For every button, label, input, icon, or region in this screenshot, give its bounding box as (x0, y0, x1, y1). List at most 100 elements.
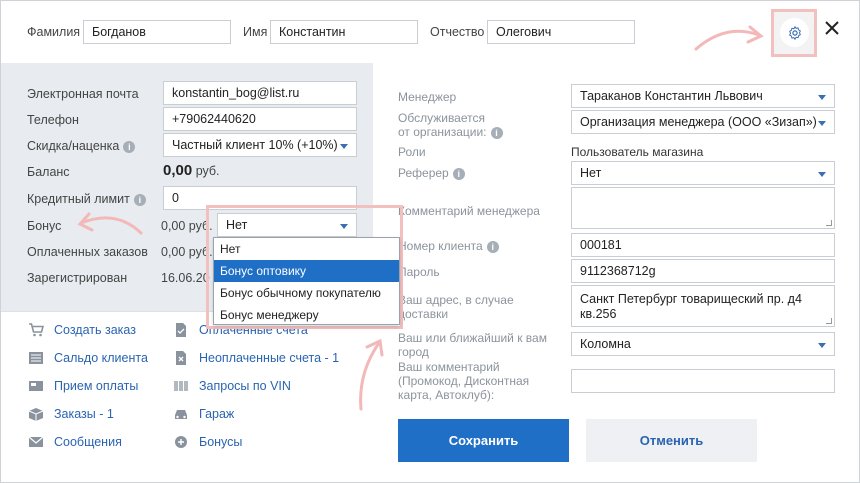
create-order-link[interactable]: Создать заказ (28, 323, 136, 337)
info-icon[interactable]: i (123, 140, 136, 153)
car-icon (175, 410, 187, 419)
ledger-icon (29, 352, 43, 364)
receive-payment-link[interactable]: Прием оплаты (28, 379, 138, 393)
manager-label: Менеджер (398, 90, 457, 104)
bonuses-link[interactable]: Бонусы (173, 435, 242, 449)
barcode-icon (174, 381, 188, 391)
client-number-label: Номер клиента (398, 239, 483, 253)
roles-label: Роли (398, 145, 426, 159)
dialog-header: Фамилия Богданов Имя Константин Отчество… (1, 1, 859, 63)
invoice-check-icon (176, 323, 186, 337)
manager-comment-textarea[interactable] (571, 187, 835, 229)
registered-value: 16.06.20 (161, 271, 210, 285)
manager-comment-label: Комментарий менеджера (398, 204, 540, 218)
balance-label: Баланс (27, 165, 70, 179)
city-select[interactable]: Коломна (571, 332, 835, 356)
info-icon[interactable]: i (133, 193, 146, 206)
city-label-1: Ваш или ближайший к вам (398, 331, 547, 345)
org-label-wrap: от организации: i (398, 125, 503, 139)
address-value: Санкт Петербург товарищеский пр. д4 кв.2… (580, 292, 802, 321)
roles-value: Пользователь магазина (571, 145, 704, 159)
comment-label-1: Ваш комментарий (398, 360, 500, 374)
garage-link[interactable]: Гараж (173, 407, 234, 421)
referrer-select[interactable]: Нет (571, 161, 835, 185)
close-icon[interactable] (823, 19, 841, 37)
discount-select[interactable]: Частный клиент 10% (+10%) (163, 133, 357, 157)
manager-select[interactable]: Тараканов Константин Львович (571, 84, 835, 108)
bonus-option[interactable]: Бонус менеджеру (214, 304, 399, 326)
payment-icon (29, 381, 43, 391)
cancel-button[interactable]: Отменить (586, 419, 757, 462)
email-label: Электронная почта (27, 87, 139, 101)
balance-unit: руб. (195, 164, 220, 178)
unpaid-invoices-link[interactable]: Неоплаченные счета - 1 (173, 351, 339, 365)
resize-handle[interactable] (826, 220, 832, 226)
receive-payment-text: Прием оплаты (54, 379, 139, 393)
gear-icon (788, 25, 801, 40)
phone-label: Телефон (27, 113, 79, 127)
city-label-2: город (398, 345, 429, 359)
orders-text: Заказы - 1 (54, 407, 114, 421)
client-balance-link[interactable]: Сальдо клиента (28, 351, 148, 365)
credit-label-wrap: Кредитный лимит i (27, 192, 146, 206)
garage-text: Гараж (199, 407, 235, 421)
client-comment-input[interactable] (571, 369, 835, 393)
bonus-option[interactable]: Нет (214, 238, 399, 260)
bonus-amount: 0,00 руб. (161, 219, 213, 233)
address-textarea[interactable]: Санкт Петербург товарищеский пр. д4 кв.2… (571, 285, 835, 327)
messages-link[interactable]: Сообщения (28, 435, 122, 449)
client-edit-dialog: Фамилия Богданов Имя Константин Отчество… (0, 0, 860, 483)
vin-requests-link[interactable]: Запросы по VIN (173, 379, 291, 393)
surname-label: Фамилия (27, 25, 81, 39)
bonus-icon (175, 436, 187, 448)
bonus-option[interactable]: Бонус обычному покупателю (214, 282, 399, 304)
org-label-2: от организации: (398, 125, 487, 139)
comment-label-2: (Промокод, Дисконтная (398, 374, 530, 388)
credit-label: Кредитный лимит (27, 192, 130, 206)
vin-requests-text: Запросы по VIN (199, 379, 291, 393)
cart-icon (29, 323, 44, 337)
client-number-label-wrap: Номер клиента i (398, 239, 499, 253)
settings-highlight (771, 9, 817, 57)
info-icon[interactable]: i (452, 167, 465, 180)
password-label: Пароль (398, 265, 440, 279)
info-icon[interactable]: i (490, 126, 503, 139)
bonuses-text: Бонусы (199, 435, 243, 449)
envelope-icon (28, 436, 44, 447)
unpaid-invoices-text: Неоплаченные счета - 1 (199, 351, 340, 365)
create-order-text: Создать заказ (54, 323, 136, 337)
registered-label: Зарегистрирован (27, 271, 128, 285)
settings-button[interactable] (780, 18, 809, 47)
comment-label-3: карта, Автоклуб): (398, 388, 495, 402)
name-input[interactable]: Константин (270, 20, 418, 44)
discount-label: Скидка/наценка (27, 139, 120, 153)
surname-input[interactable]: Богданов (83, 20, 231, 44)
discount-label-wrap: Скидка/наценка i (27, 139, 136, 153)
balance-value: 0,00 (163, 162, 193, 179)
messages-text: Сообщения (54, 435, 122, 449)
phone-input[interactable]: +79062440620 (163, 107, 357, 131)
info-icon[interactable]: i (486, 240, 499, 253)
patronymic-label: Отчество (430, 25, 485, 39)
paid-orders-label: Оплаченных заказов (27, 245, 148, 259)
save-button[interactable]: Сохранить (398, 419, 569, 462)
client-number-input[interactable]: 000181 (571, 233, 835, 257)
client-balance-text: Сальдо клиента (54, 351, 148, 365)
orders-link[interactable]: Заказы - 1 (28, 407, 114, 421)
bonus-dropdown-list: Нет Бонус оптовику Бонус обычному покупа… (213, 237, 400, 325)
password-input[interactable]: 9112368712g (571, 259, 835, 283)
referrer-label-wrap: Реферер i (398, 166, 465, 180)
org-label-1: Обслуживается (398, 111, 485, 125)
invoice-cross-icon (176, 351, 186, 365)
balance-value-wrap: 0,00 руб. (163, 162, 220, 179)
email-input[interactable]: konstantin_bog@list.ru (163, 81, 357, 105)
patronymic-input[interactable]: Олегович (487, 20, 635, 44)
address-label-1: Ваш адрес, в случае (398, 293, 514, 307)
bonus-option[interactable]: Бонус оптовику (214, 260, 399, 282)
referrer-label: Реферер (398, 166, 449, 180)
organization-select[interactable]: Организация менеджера (ООО «Зизап») (571, 110, 835, 134)
bonus-label: Бонус (27, 219, 62, 233)
resize-handle[interactable] (826, 318, 832, 324)
name-label: Имя (243, 25, 268, 39)
paid-orders-value: 0,00 руб. (161, 245, 213, 259)
